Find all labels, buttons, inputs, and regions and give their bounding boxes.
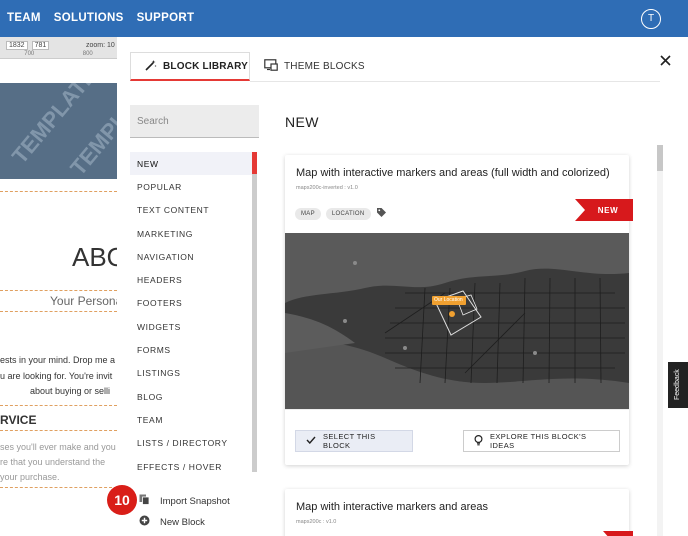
- select-block-button[interactable]: SELECT THIS BLOCK: [295, 430, 413, 452]
- category-scrollbar-thumb[interactable]: [252, 174, 257, 472]
- block-card-title: Map with interactive markers and areas: [296, 501, 488, 513]
- category-item-footers[interactable]: FOOTERS: [130, 292, 252, 315]
- check-icon: [306, 436, 316, 446]
- user-avatar[interactable]: T: [641, 9, 661, 29]
- block-card-version: maps200c : v1.0: [296, 519, 337, 525]
- guide-line: [0, 191, 117, 192]
- category-scrollbar[interactable]: [252, 152, 257, 472]
- import-snapshot-label: Import Snapshot: [160, 495, 230, 507]
- editor-canvas-background: 1832 781 zoom: 10 700 800 TEMPLATE TEMPL…: [0, 37, 117, 536]
- about-paragraph: about buying or selli: [30, 386, 111, 396]
- block-library-modal: BLOCK LIBRARY THEME BLOCKS NEW POPULAR T…: [107, 37, 688, 536]
- main-nav: TEAM SOLUTIONS SUPPORT: [7, 12, 207, 24]
- map-pin-label: Our Location: [434, 297, 463, 303]
- guide-line: [0, 311, 117, 312]
- guide-line: [0, 487, 117, 488]
- content-scrollbar[interactable]: [657, 145, 663, 536]
- new-block-label: New Block: [160, 516, 205, 528]
- block-card-actions: SELECT THIS BLOCK EXPLORE THIS BLOCK'S I…: [285, 409, 629, 465]
- service-paragraph: your purchase.: [0, 472, 60, 482]
- service-paragraph: re that you understand the: [0, 457, 106, 467]
- guide-line: [0, 430, 117, 431]
- guide-line: [0, 405, 117, 406]
- category-item-lists-directory[interactable]: LISTS / DIRECTORY: [130, 432, 252, 455]
- about-heading: ABO: [72, 242, 117, 272]
- category-item-forms[interactable]: FORMS: [130, 338, 252, 361]
- category-item-team[interactable]: TEAM: [130, 408, 252, 431]
- import-snapshot-button[interactable]: Import Snapshot: [139, 494, 230, 508]
- map-preview: Our Location: [285, 233, 629, 409]
- service-heading: RVICE: [0, 413, 37, 427]
- editor-ruler: 1832 781 zoom: 10 700 800: [0, 37, 117, 59]
- guide-line: [0, 290, 117, 291]
- height-value[interactable]: 781: [31, 41, 50, 50]
- block-card-tags: MAP LOCATION: [295, 205, 387, 223]
- zoom-label: zoom: 10: [86, 42, 115, 49]
- category-item-text-content[interactable]: TEXT CONTENT: [130, 199, 252, 222]
- about-subheading: Your Personal: [50, 294, 117, 308]
- ruler-mark: 700: [24, 51, 35, 57]
- nav-item-solutions[interactable]: SOLUTIONS: [54, 12, 124, 24]
- close-icon[interactable]: [660, 53, 671, 71]
- library-footer-actions: Import Snapshot New Block: [117, 485, 260, 536]
- ruler-mark: 800: [82, 51, 93, 57]
- category-item-navigation[interactable]: NAVIGATION: [130, 245, 252, 268]
- about-paragraph: u are looking for. You're invit: [0, 371, 113, 381]
- category-item-effects-hover[interactable]: EFFECTS / HOVER: [130, 455, 252, 478]
- tab-theme-blocks[interactable]: THEME BLOCKS: [262, 52, 365, 81]
- new-ribbon: [603, 531, 633, 536]
- category-item-marketing[interactable]: MARKETING: [130, 222, 252, 245]
- block-card-title: Map with interactive markers and areas (…: [296, 167, 610, 179]
- about-paragraph: ests in your mind. Drop me a: [0, 355, 116, 365]
- content-scrollbar-thumb[interactable]: [657, 145, 663, 171]
- explore-ideas-label: EXPLORE THIS BLOCK'S IDEAS: [490, 432, 587, 450]
- feedback-tab[interactable]: Feedback: [668, 362, 688, 408]
- category-item-listings[interactable]: LISTINGS: [130, 362, 252, 385]
- magic-wand-icon: [145, 59, 157, 74]
- block-card: Map with interactive markers and areas (…: [285, 155, 633, 465]
- category-item-popular[interactable]: POPULAR: [130, 175, 252, 198]
- tag-location[interactable]: LOCATION: [325, 208, 371, 220]
- service-paragraph: ses you'll ever make and you: [0, 442, 116, 452]
- tab-theme-blocks-label: THEME BLOCKS: [284, 61, 365, 72]
- template-banner: TEMPLATE TEMPL: [0, 83, 117, 179]
- section-title: NEW: [285, 114, 319, 130]
- tab-block-library-label: BLOCK LIBRARY: [163, 60, 249, 72]
- plus-circle-icon: [139, 515, 150, 529]
- category-list: NEW POPULAR TEXT CONTENT MARKETING NAVIG…: [130, 152, 252, 478]
- template-watermark: TEMPL: [65, 107, 117, 179]
- lightbulb-icon: [474, 434, 483, 448]
- step-number-badge: 10: [107, 485, 137, 515]
- copy-icon: [139, 494, 150, 508]
- category-scrollbar-active: [252, 152, 257, 174]
- width-value[interactable]: 1832: [6, 41, 28, 50]
- nav-item-team[interactable]: TEAM: [7, 12, 41, 24]
- tab-block-library[interactable]: BLOCK LIBRARY: [130, 52, 250, 81]
- select-block-label: SELECT THIS BLOCK: [323, 432, 376, 450]
- category-item-headers[interactable]: HEADERS: [130, 268, 252, 291]
- category-item-blog[interactable]: BLOG: [130, 385, 252, 408]
- new-ribbon: NEW: [575, 199, 633, 221]
- nav-item-support[interactable]: SUPPORT: [137, 12, 195, 24]
- explore-ideas-button[interactable]: EXPLORE THIS BLOCK'S IDEAS: [463, 430, 620, 452]
- theme-blocks-icon: [264, 59, 278, 74]
- block-card-version: maps200c-inverted : v1.0: [296, 185, 358, 191]
- tag-map[interactable]: MAP: [295, 208, 321, 220]
- block-card: Map with interactive markers and areas m…: [285, 489, 633, 536]
- tab-divider: [250, 81, 660, 82]
- tag-icon: [376, 205, 387, 223]
- category-item-widgets[interactable]: WIDGETS: [130, 315, 252, 338]
- search-input[interactable]: [130, 105, 259, 138]
- new-block-button[interactable]: New Block: [139, 515, 205, 529]
- top-navigation-bar: TEAM SOLUTIONS SUPPORT T: [0, 0, 688, 37]
- category-item-new[interactable]: NEW: [130, 152, 252, 176]
